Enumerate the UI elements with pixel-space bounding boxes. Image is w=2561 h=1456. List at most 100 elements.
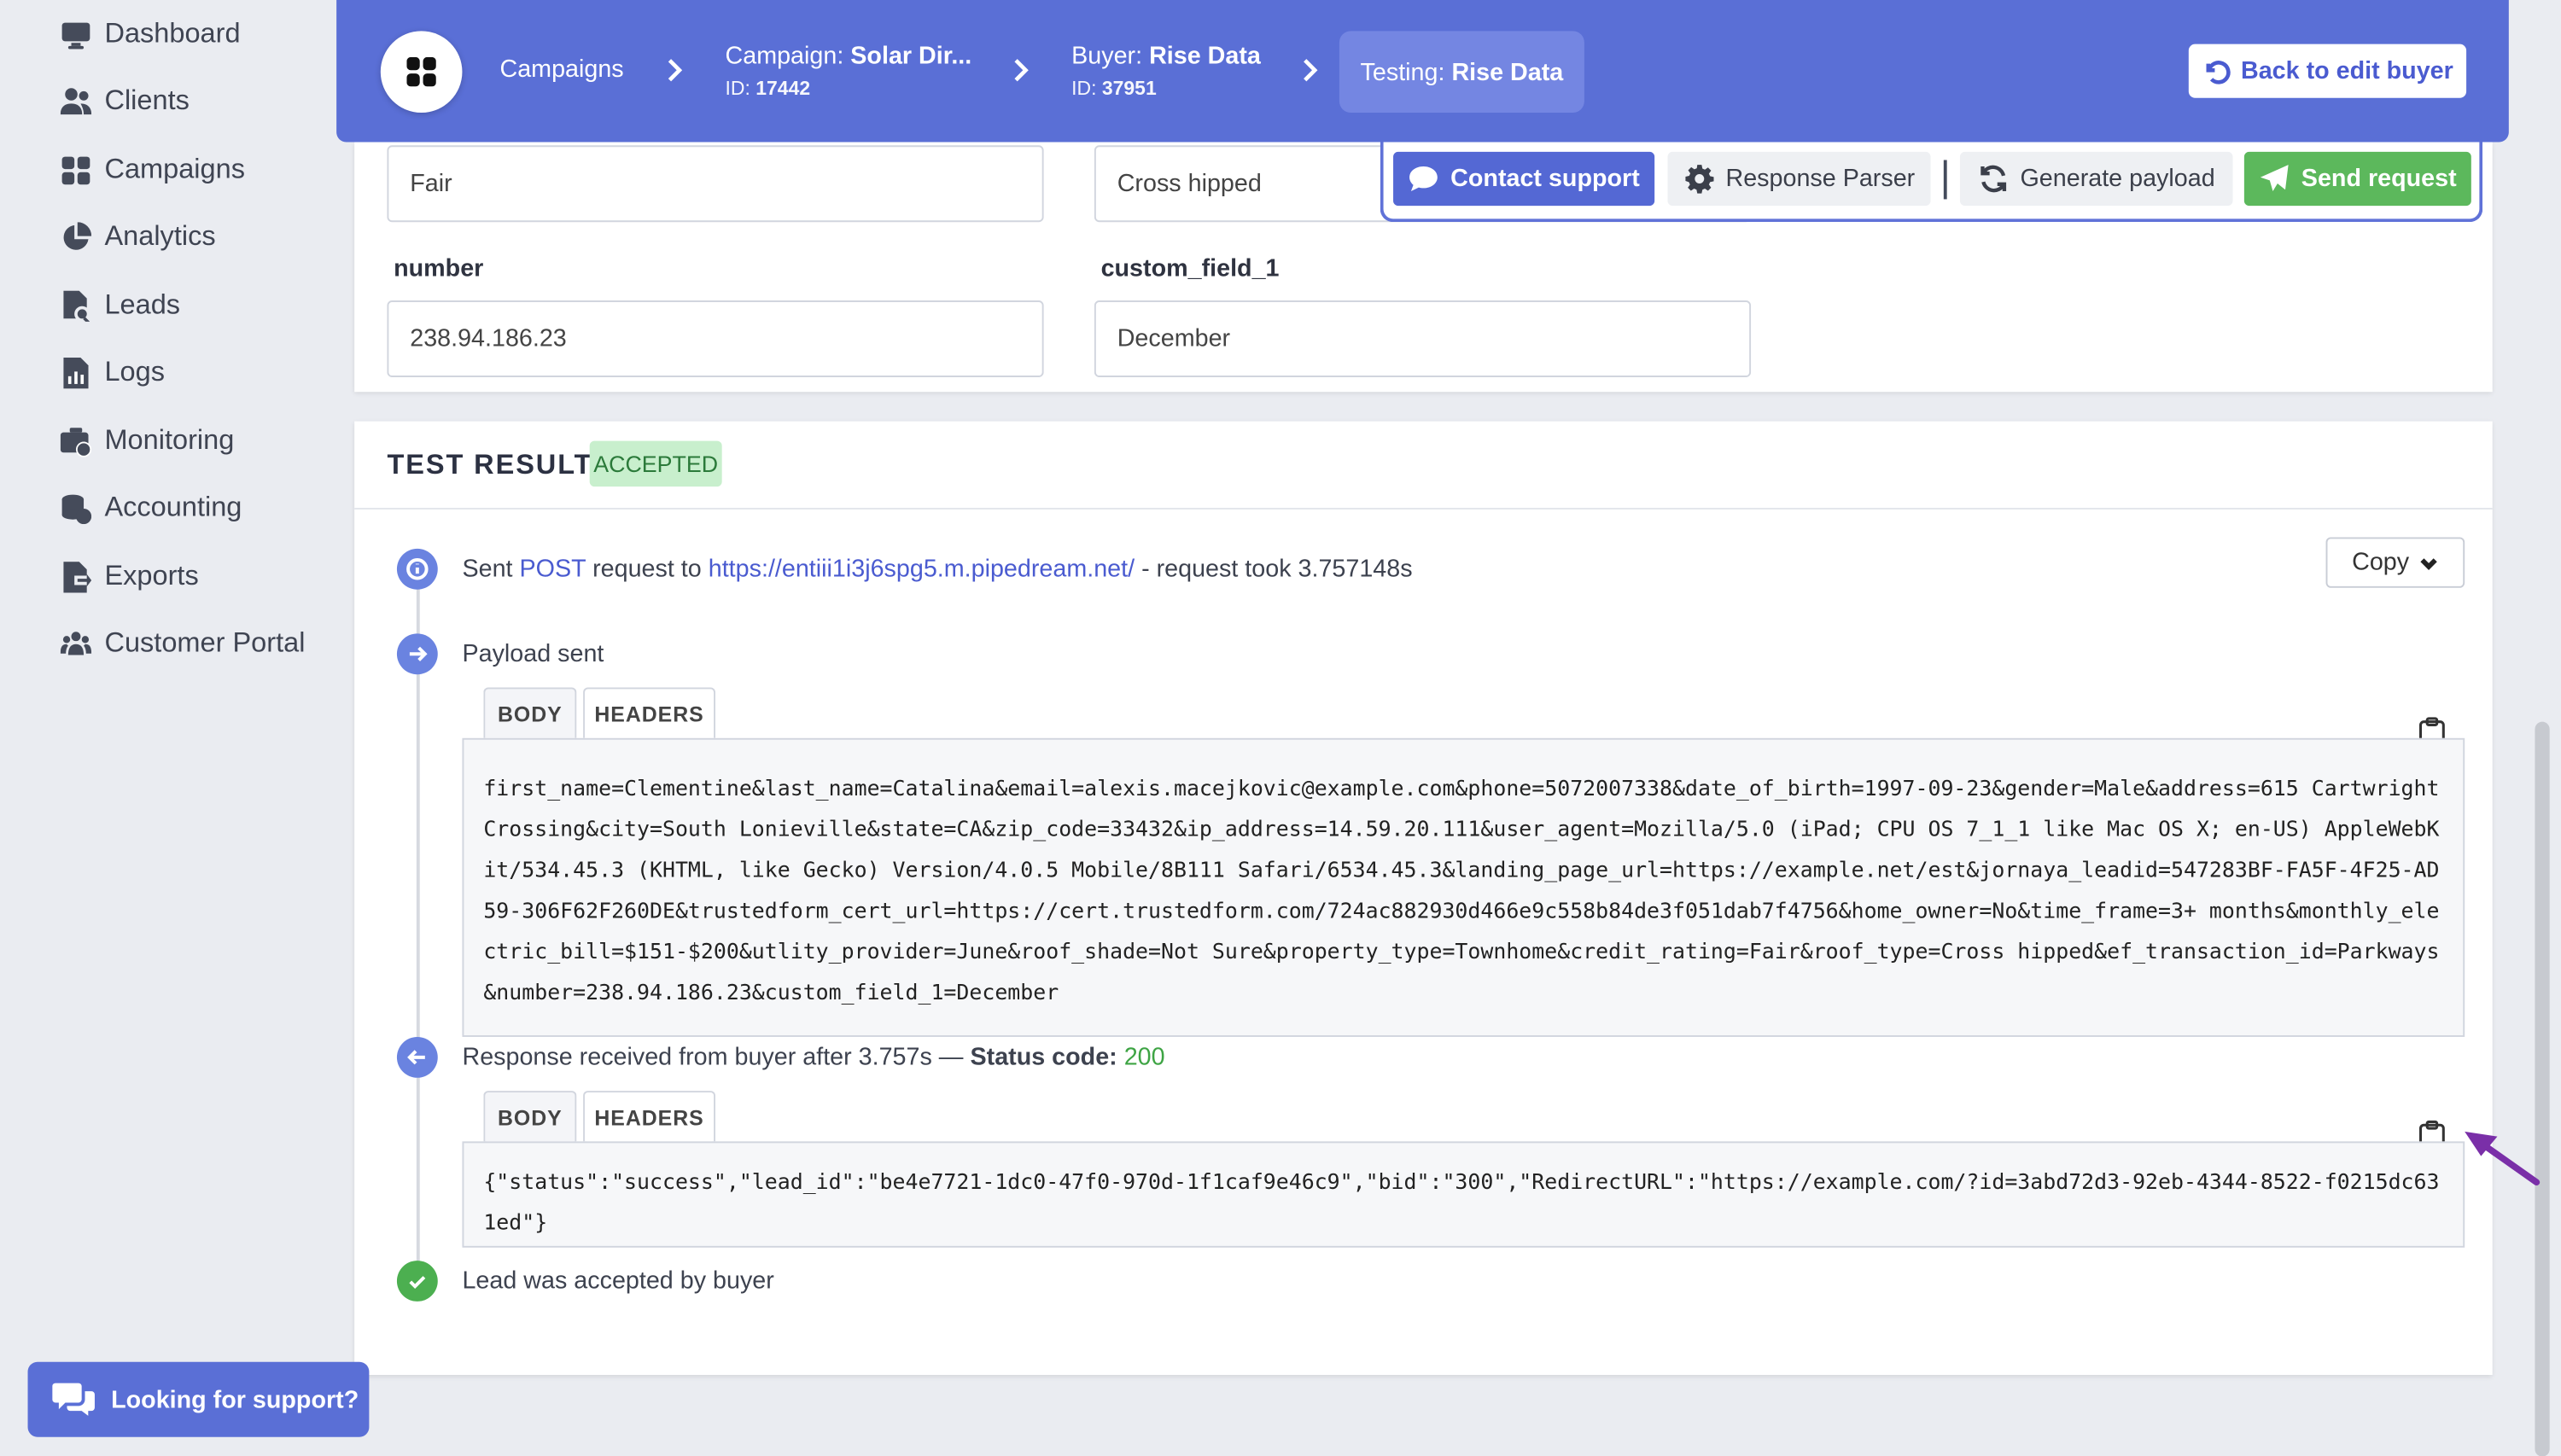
breadcrumb-testing[interactable]: Testing: Rise Data xyxy=(1339,31,1584,114)
file-chart-icon xyxy=(59,356,91,388)
breadcrumb-buyer-id: 37951 xyxy=(1101,76,1157,100)
response-summary: Response received from buyer after 3.757… xyxy=(462,1044,1164,1072)
support-chat-button[interactable]: Looking for support? xyxy=(27,1361,370,1437)
grid-logo-icon xyxy=(406,56,436,87)
breadcrumb-campaign-id-label: ID: xyxy=(725,76,750,100)
timeline-line xyxy=(416,571,420,1274)
toolbar-divider xyxy=(1943,160,1947,200)
refresh-icon xyxy=(1981,165,2006,193)
file-export-icon xyxy=(59,560,91,592)
sidebar-item-dashboard[interactable]: Dashboard xyxy=(59,13,241,55)
chevron-right-icon xyxy=(663,57,686,84)
payload-sent-label: Payload sent xyxy=(462,640,604,668)
response-parser-button[interactable]: Response Parser xyxy=(1667,151,1931,207)
status-code-value: 200 xyxy=(1123,1043,1165,1072)
sidebar-item-label: Customer Portal xyxy=(104,626,306,659)
support-chat-label: Looking for support? xyxy=(111,1385,359,1413)
breadcrumb-buyer-name: Rise Data xyxy=(1149,42,1261,71)
breadcrumb-buyer-id-label: ID: xyxy=(1071,76,1097,100)
test-result-card: TEST RESULT ACCEPTED Sent POST request t… xyxy=(354,421,2493,1375)
credit-rating-value: Fair xyxy=(410,169,452,198)
number-field[interactable]: 238.94.186.23 xyxy=(387,300,1044,377)
breadcrumb-buyer-prefix: Buyer: xyxy=(1071,42,1143,71)
coins-icon xyxy=(59,492,91,524)
request-summary: Sent POST request to https://entiii1i3j6… xyxy=(462,556,1412,584)
sidebar-item-label: Exports xyxy=(104,560,199,591)
back-to-edit-buyer-button[interactable]: Back to edit buyer xyxy=(2188,44,2467,98)
sidebar-item-leads[interactable]: Leads xyxy=(59,284,180,327)
number-label: number xyxy=(394,254,484,283)
sidebar: Dashboard Clients Campaigns Analytics Le… xyxy=(0,0,335,1456)
payload-tab-body[interactable]: BODY xyxy=(483,687,577,738)
chevron-right-icon xyxy=(1009,57,1032,84)
lead-accepted-text: Lead was accepted by buyer xyxy=(462,1267,774,1296)
team-icon xyxy=(59,627,91,660)
app-root: Dashboard Clients Campaigns Analytics Le… xyxy=(0,0,2561,1456)
response-prefix: Response received from buyer after 3.757… xyxy=(462,1043,964,1072)
send-request-button[interactable]: Send request xyxy=(2243,151,2471,207)
sidebar-item-exports[interactable]: Exports xyxy=(59,556,199,598)
check-circle-icon xyxy=(396,1261,438,1302)
response-tab-headers[interactable]: HEADERS xyxy=(583,1091,716,1142)
test-result-title: TEST RESULT xyxy=(387,449,593,480)
payload-body-code: first_name=Clementine&last_name=Catalina… xyxy=(462,737,2465,1037)
credit-rating-field[interactable]: Fair xyxy=(387,145,1044,223)
chat-bubble-icon xyxy=(1409,166,1438,192)
breadcrumb-campaigns[interactable]: Campaigns xyxy=(499,55,623,84)
sidebar-item-logs[interactable]: Logs xyxy=(59,351,165,393)
sidebar-item-label: Dashboard xyxy=(104,18,241,50)
app-logo[interactable] xyxy=(380,31,463,114)
sidebar-item-label: Analytics xyxy=(104,220,216,252)
generate-payload-button[interactable]: Generate payload xyxy=(1959,151,2233,207)
sidebar-item-monitoring[interactable]: Monitoring xyxy=(59,420,234,463)
custom-field-1-value: December xyxy=(1117,324,1231,353)
arrow-right-icon xyxy=(396,633,438,675)
breadcrumb-testing-name: Rise Data xyxy=(1451,57,1564,86)
undo-icon xyxy=(2206,60,2231,84)
status-code-label: Status code: xyxy=(970,1043,1117,1072)
breadcrumb-buyer[interactable]: Buyer: Rise Data ID: 37951 xyxy=(1071,43,1261,100)
sidebar-item-label: Clients xyxy=(104,84,190,116)
sidebar-item-analytics[interactable]: Analytics xyxy=(59,216,216,259)
response-parser-label: Response Parser xyxy=(1725,165,1916,193)
custom-field-1-field[interactable]: December xyxy=(1094,300,1752,377)
back-button-label: Back to edit buyer xyxy=(2240,56,2453,85)
roof-type-value: Cross hipped xyxy=(1117,169,1262,198)
breadcrumb-campaign-name: Solar Dir... xyxy=(850,42,972,71)
info-icon xyxy=(396,548,438,590)
copy-dropdown-button[interactable]: Copy xyxy=(2325,537,2465,588)
contact-support-button[interactable]: Contact support xyxy=(1393,151,1655,207)
chevron-right-icon xyxy=(1298,57,1321,84)
gear-icon xyxy=(1684,165,1713,194)
copy-button-label: Copy xyxy=(2352,548,2410,577)
breadcrumb-campaign-prefix: Campaign: xyxy=(725,42,844,71)
breadcrumb-campaign[interactable]: Campaign: Solar Dir... ID: 17442 xyxy=(726,43,972,100)
request-to-text: request to xyxy=(592,555,702,584)
custom-field-1-label: custom_field_1 xyxy=(1100,254,1280,283)
contact-support-label: Contact support xyxy=(1450,165,1640,193)
request-url-link[interactable]: https://entiii1i3j6spg5.m.pipedream.net/ xyxy=(709,556,1135,584)
sidebar-item-customer-portal[interactable]: Customer Portal xyxy=(59,622,306,665)
chevron-down-icon xyxy=(2420,557,2437,570)
sidebar-item-campaigns[interactable]: Campaigns xyxy=(59,149,245,191)
page-scrollbar[interactable] xyxy=(2535,721,2550,1456)
paper-plane-icon xyxy=(2260,165,2289,192)
sidebar-item-accounting[interactable]: Accounting xyxy=(59,486,242,529)
breadcrumb-campaign-id: 17442 xyxy=(755,76,811,100)
number-value: 238.94.186.23 xyxy=(410,324,567,353)
grid-icon xyxy=(59,154,91,186)
breadcrumb-testing-prefix: Testing: xyxy=(1360,57,1445,86)
sidebar-item-label: Campaigns xyxy=(104,153,245,185)
sidebar-item-label: Monitoring xyxy=(104,424,235,456)
payload-tab-headers[interactable]: HEADERS xyxy=(583,687,716,738)
sidebar-item-clients[interactable]: Clients xyxy=(59,80,190,123)
monitor-icon xyxy=(59,18,91,50)
file-search-icon xyxy=(59,289,91,322)
response-tab-body[interactable]: BODY xyxy=(483,1091,577,1142)
request-method: POST xyxy=(519,555,586,584)
sidebar-item-label: Leads xyxy=(104,288,181,321)
request-duration: - request took 3.757148s xyxy=(1141,555,1413,584)
arrow-left-icon xyxy=(396,1036,438,1078)
test-result-header: TEST RESULT ACCEPTED xyxy=(354,422,2493,510)
users-icon xyxy=(59,84,91,117)
